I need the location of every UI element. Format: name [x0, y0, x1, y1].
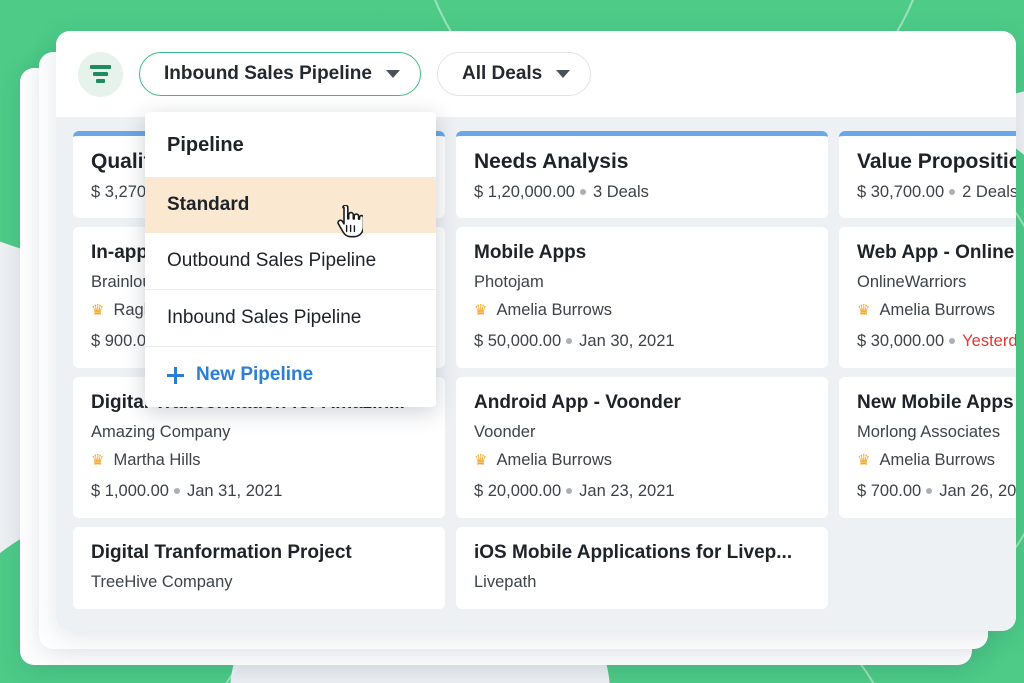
- deal-card[interactable]: Digital Tranformation Project TreeHive Co…: [73, 527, 445, 609]
- new-pipeline-button[interactable]: New Pipeline: [145, 346, 436, 405]
- chevron-down-icon: [556, 70, 571, 78]
- deal-company: Photojam: [474, 273, 544, 291]
- dropdown-item[interactable]: Inbound Sales Pipeline: [145, 289, 436, 346]
- column-header[interactable]: Needs Analysis $ 1,20,000.00 3 Deals: [456, 131, 828, 218]
- deal-footer: $ 50,000.00 Jan 30, 2021: [474, 332, 810, 351]
- filter-bar-1: [90, 65, 111, 69]
- crown-icon: ♛: [857, 302, 871, 319]
- deal-amount: $ 700.00: [857, 482, 922, 500]
- deal-company: OnlineWarriors: [857, 273, 967, 291]
- deal-owner: ♛ Amelia Burrows: [857, 451, 1016, 470]
- deal-date: Jan 30, 2021: [579, 332, 675, 350]
- dropdown-item[interactable]: Standard: [145, 177, 436, 233]
- deal-card[interactable]: iOS Mobile Applications for Livep... Live…: [456, 527, 828, 609]
- column-summary: $ 1,20,000.00 3 Deals: [474, 183, 810, 202]
- column-amount: $ 1,20,000.00: [474, 183, 575, 201]
- deal-date: Jan 26, 2021: [939, 482, 1016, 500]
- deal-company: Amazing Company: [91, 423, 231, 441]
- deal-footer: $ 700.00 Jan 26, 2021: [857, 482, 1016, 501]
- dropdown-item[interactable]: Outbound Sales Pipeline: [145, 233, 436, 289]
- crown-icon: ♛: [474, 452, 488, 469]
- pipeline-selector[interactable]: Inbound Sales Pipeline: [139, 52, 421, 96]
- deal-owner-name: Amelia Burrows: [496, 451, 612, 469]
- dropdown-header: Pipeline: [167, 134, 244, 156]
- filter-bar-3: [96, 79, 105, 83]
- deal-date: Jan 31, 2021: [187, 482, 283, 500]
- separator-dot: [566, 487, 573, 494]
- deal-owner: ♛ Amelia Burrows: [474, 451, 810, 470]
- pipeline-dropdown-menu: Pipeline Standard Outbound Sales Pipeline…: [145, 112, 436, 407]
- deal-amount: $ 30,000.00: [857, 332, 945, 350]
- separator-dot: [926, 487, 933, 494]
- deal-company: Livepath: [474, 573, 537, 591]
- deal-amount: $ 20,000.00: [474, 482, 562, 500]
- separator-dot: [949, 188, 956, 195]
- column-deal-count: 3 Deals: [592, 183, 649, 201]
- deal-owner-name: Martha Hills: [113, 451, 201, 469]
- deal-title: Android App - Voonder: [474, 392, 681, 413]
- deal-title: Digital Tranformation Project: [91, 542, 352, 563]
- deal-card[interactable]: Mobile Apps Photojam ♛ Amelia Burrows $ 50,0…: [456, 227, 828, 368]
- deal-amount: $ 1,000.00: [91, 482, 169, 500]
- deal-footer: $ 20,000.00 Jan 23, 2021: [474, 482, 810, 501]
- deals-filter-selector[interactable]: All Deals: [436, 52, 592, 96]
- deal-owner-name: Amelia Burrows: [879, 301, 995, 319]
- chevron-down-icon: [385, 70, 400, 78]
- filter-icon[interactable]: [78, 51, 123, 97]
- deal-owner: ♛ Amelia Burrows: [474, 301, 810, 320]
- deal-owner: ♛ Amelia Burrows: [857, 301, 1016, 320]
- deal-date: Yesterday: [962, 332, 1016, 350]
- deal-footer: $ 1,000.00 Jan 31, 2021: [91, 482, 427, 501]
- deal-owner: ♛ Martha Hills: [91, 451, 427, 470]
- separator-dot: [174, 487, 180, 494]
- deal-title: Web App - Online Warriors: [857, 242, 1016, 263]
- separator-dot: [566, 337, 573, 344]
- board-column: Needs Analysis $ 1,20,000.00 3 Deals Mobile…: [456, 131, 828, 631]
- deal-card[interactable]: Web App - Online Warriors OnlineWarriors ♛…: [839, 227, 1016, 368]
- crown-icon: ♛: [474, 302, 488, 319]
- separator-dot: [949, 337, 956, 344]
- crown-icon: ♛: [91, 302, 105, 319]
- separator-dot: [579, 188, 586, 195]
- column-summary: $ 30,700.00 2 Deals: [857, 183, 1016, 202]
- column-amount: $ 30,700.00: [857, 183, 945, 201]
- new-pipeline-label: New Pipeline: [196, 364, 314, 385]
- column-header[interactable]: Value Proposition $ 30,700.00 2 Deals: [839, 131, 1016, 218]
- deal-date: Jan 23, 2021: [579, 482, 675, 500]
- crown-icon: ♛: [91, 452, 105, 469]
- deal-title: Mobile Apps: [474, 242, 587, 263]
- column-title: Value Proposition: [857, 150, 1016, 173]
- deals-filter-label: All Deals: [461, 63, 543, 84]
- deal-company: Voonder: [474, 423, 536, 441]
- pipeline-selector-label: Inbound Sales Pipeline: [164, 63, 372, 84]
- crown-icon: ♛: [857, 452, 871, 469]
- deal-title: New Mobile Apps: [857, 392, 1014, 413]
- filter-bar-2: [93, 72, 108, 76]
- column-deal-count: 2 Deals: [962, 183, 1016, 201]
- deal-owner-name: Amelia Burrows: [879, 451, 995, 469]
- deal-owner-name: Amelia Burrows: [496, 301, 612, 319]
- column-title: Needs Analysis: [474, 150, 629, 173]
- board-column: Value Proposition $ 30,700.00 2 Deals Web A…: [839, 131, 1016, 631]
- plus-icon: [167, 366, 184, 384]
- deal-card[interactable]: New Mobile Apps Morlong Associates ♛ Amelia…: [839, 377, 1016, 518]
- toolbar: Inbound Sales Pipeline All Deals: [56, 31, 1016, 117]
- deal-amount: $ 50,000.00: [474, 332, 562, 350]
- deal-card[interactable]: Android App - Voonder Voonder ♛ Amelia Burr…: [456, 377, 828, 518]
- deal-footer: $ 30,000.00 Yesterday: [857, 332, 1016, 351]
- deal-title: iOS Mobile Applications for Livep...: [474, 542, 793, 563]
- deal-company: Morlong Associates: [857, 423, 1001, 441]
- deal-company: TreeHive Company: [91, 573, 233, 591]
